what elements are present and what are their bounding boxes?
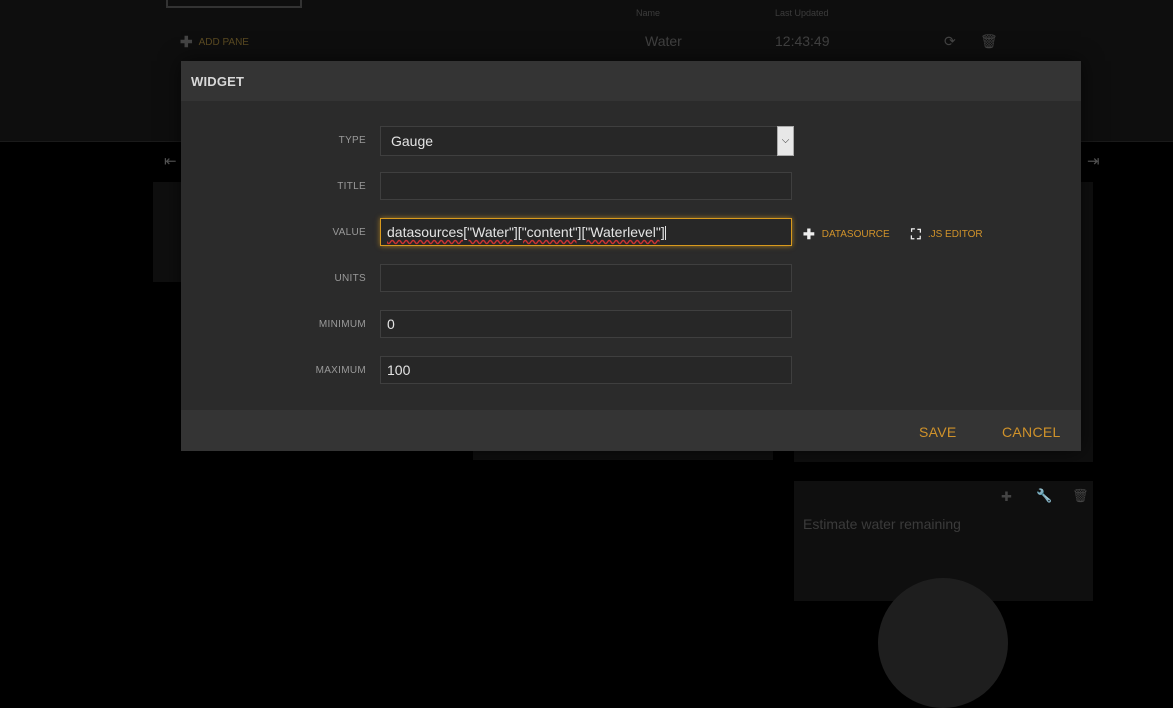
value-input[interactable]: datasources["Water"]["content"]["Waterle…: [380, 218, 792, 246]
header-panel: [166, 0, 302, 8]
type-select[interactable]: Gauge ⌵: [380, 126, 794, 156]
datasource-name-link[interactable]: Water: [645, 33, 682, 49]
value-input-text: datasources["Water"]["content"]["Waterle…: [387, 224, 665, 240]
datasource-last-updated: 12:43:49: [775, 33, 830, 49]
save-button[interactable]: SAVE: [919, 424, 957, 440]
units-label: UNITS: [334, 273, 366, 284]
add-pane-button[interactable]: ✚ ADD PANE: [180, 33, 249, 51]
arrow-right-icon[interactable]: ⇥: [1087, 152, 1100, 170]
add-datasource-label: DATASOURCE: [821, 229, 890, 240]
plus-icon: ✚: [180, 34, 193, 51]
trash-icon[interactable]: 🗑: [1072, 488, 1089, 504]
modal-footer: SAVE CANCEL: [181, 410, 1081, 451]
gauge-dial: [878, 578, 1008, 708]
modal-body: TYPE Gauge ⌵ TITLE VALUE datasources["Wa…: [181, 101, 1081, 410]
text-cursor: [664, 226, 666, 241]
column-header-name: Name: [636, 8, 661, 18]
plus-icon: ✚: [803, 226, 815, 242]
title-label: TITLE: [337, 181, 366, 192]
wrench-icon[interactable]: 🔧: [1036, 488, 1052, 504]
pane-right-edge: [1080, 182, 1093, 462]
add-datasource-button[interactable]: ✚ DATASOURCE: [803, 226, 890, 243]
column-header-last-updated: Last Updated: [775, 8, 829, 18]
pane-right-upper: [794, 450, 1093, 462]
minimum-input[interactable]: 0: [380, 310, 792, 338]
js-editor-label: .JS EDITOR: [927, 229, 983, 240]
units-input[interactable]: [380, 264, 792, 292]
modal-header: WIDGET: [181, 61, 1081, 101]
chevron-down-icon[interactable]: ⌵: [777, 126, 794, 156]
title-input[interactable]: [380, 172, 792, 200]
modal-title: WIDGET: [191, 74, 245, 89]
type-label: TYPE: [338, 135, 366, 146]
trash-icon[interactable]: 🗑: [980, 33, 998, 50]
minimum-label: MINIMUM: [318, 319, 366, 330]
pane-left: [153, 182, 183, 282]
plus-icon[interactable]: ✚: [1001, 489, 1012, 505]
arrow-left-icon[interactable]: ⇤: [164, 152, 177, 170]
type-select-value[interactable]: Gauge: [380, 126, 778, 156]
value-label: VALUE: [332, 227, 366, 238]
maximum-input[interactable]: 100: [380, 356, 792, 384]
js-editor-button[interactable]: ⛶ .JS EDITOR: [911, 226, 983, 243]
add-pane-label: ADD PANE: [198, 36, 249, 48]
pane-title: Estimate water remaining: [803, 516, 961, 532]
maximum-label: MAXIMUM: [315, 365, 366, 376]
widget-modal: WIDGET TYPE Gauge ⌵ TITLE VALUE datasour…: [181, 61, 1081, 451]
refresh-icon[interactable]: ⟳: [944, 33, 956, 50]
cancel-button[interactable]: CANCEL: [1002, 424, 1061, 440]
fullscreen-icon: ⛶: [911, 226, 921, 242]
